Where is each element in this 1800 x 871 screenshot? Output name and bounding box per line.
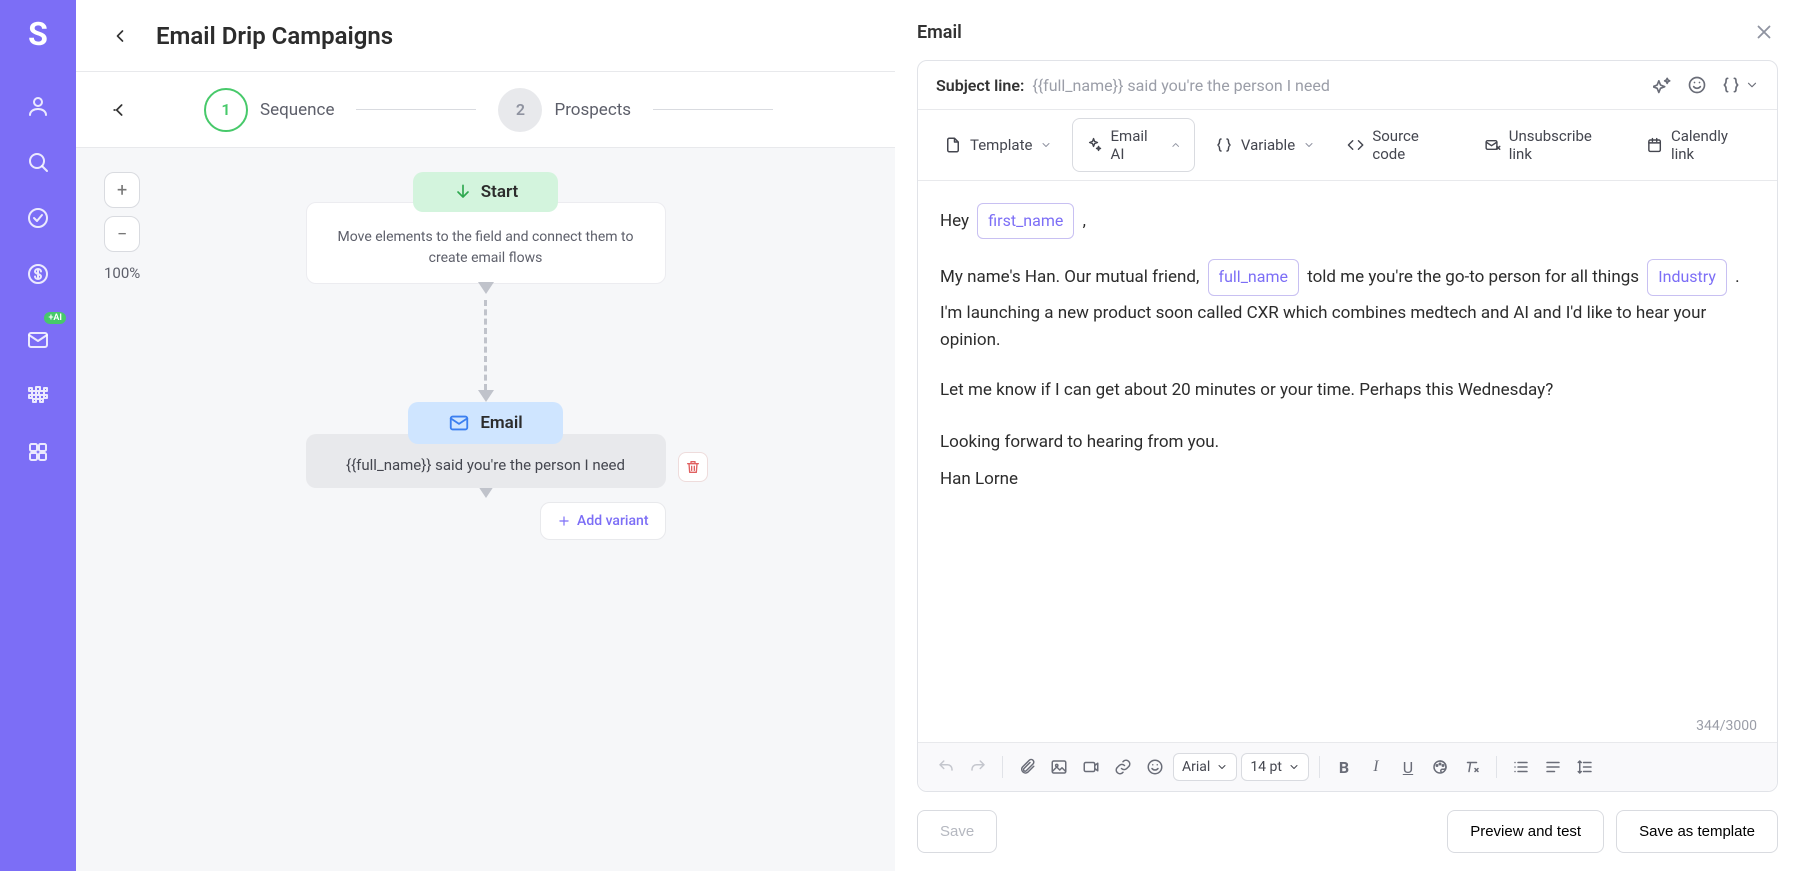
sparkle-icon <box>1085 136 1102 154</box>
ai-sparkle-button[interactable] <box>1653 75 1673 95</box>
emoji-button[interactable] <box>1141 753 1169 781</box>
char-counter: 344/3000 <box>918 718 1777 742</box>
video-button[interactable] <box>1077 753 1105 781</box>
page-header: Email Drip Campaigns <box>76 0 895 72</box>
list-ul-button[interactable] <box>1507 753 1535 781</box>
arrow-head-icon <box>478 282 494 294</box>
panel-header: Email <box>917 18 1778 46</box>
zoom-in-button[interactable]: + <box>104 172 140 208</box>
step-sequence[interactable]: 1 Sequence <box>204 88 334 132</box>
color-button[interactable] <box>1426 753 1454 781</box>
braces-icon <box>1215 136 1233 154</box>
editor-box: Subject line: {{full_name}} said you're … <box>917 60 1778 792</box>
delete-node-button[interactable] <box>678 452 708 482</box>
nav-billing[interactable] <box>14 250 62 298</box>
chevron-up-icon <box>1170 139 1181 151</box>
step-divider <box>356 109 476 110</box>
step-prospects[interactable]: 2 Prospects <box>498 88 631 132</box>
align-button[interactable] <box>1539 753 1567 781</box>
page-title: Email Drip Campaigns <box>156 22 393 50</box>
email-body-editor[interactable]: Hey first_name , My name's Han. Our mutu… <box>918 181 1777 718</box>
nav-search[interactable] <box>14 138 62 186</box>
var-chip-industry[interactable]: Industry <box>1647 259 1727 295</box>
dashed-connector <box>478 300 494 402</box>
email-panel: Email Subject line: {{full_name}} said y… <box>895 0 1800 871</box>
step-divider <box>653 109 773 110</box>
var-chip-full-name[interactable]: full_name <box>1208 259 1299 295</box>
unsub-icon <box>1484 136 1501 154</box>
close-button[interactable] <box>1750 18 1778 46</box>
chevron-down-icon <box>1040 139 1052 151</box>
panel-footer: Save Preview and test Save as template <box>917 792 1778 853</box>
hint-card: Move elements to the field and connect t… <box>306 202 666 284</box>
image-button[interactable] <box>1045 753 1073 781</box>
steps-bar: 1 Sequence 2 Prospects <box>76 72 895 148</box>
step-label: Prospects <box>554 100 631 120</box>
app-logo: S <box>14 10 62 58</box>
nav-contacts[interactable] <box>14 82 62 130</box>
step-number-active: 1 <box>204 88 248 132</box>
format-toolbar: Arial 14 pt B I U <box>918 742 1777 791</box>
link-button[interactable] <box>1109 753 1137 781</box>
step-number-inactive: 2 <box>498 88 542 132</box>
template-icon <box>944 136 962 154</box>
arrow-down-icon <box>453 182 473 202</box>
clear-format-button[interactable] <box>1458 753 1486 781</box>
save-button[interactable]: Save <box>917 810 997 853</box>
nav-check[interactable] <box>14 194 62 242</box>
undo-button[interactable] <box>932 753 960 781</box>
editor-toolbar: Template Email AI Variable Source code U… <box>918 110 1777 181</box>
node-start-label: Start <box>481 182 518 202</box>
mail-icon <box>448 412 470 434</box>
italic-button[interactable]: I <box>1362 753 1390 781</box>
preview-button[interactable]: Preview and test <box>1447 810 1604 853</box>
font-size-select[interactable]: 14 pt <box>1241 753 1309 781</box>
emoji-button[interactable] <box>1687 75 1707 95</box>
code-icon <box>1347 136 1364 154</box>
back-button[interactable] <box>104 20 136 52</box>
subject-label: Subject line: <box>936 76 1024 95</box>
flow-canvas[interactable]: + − 100% Start Move elements to the fiel… <box>76 148 895 871</box>
step-label: Sequence <box>260 100 334 120</box>
hint-text: Move elements to the field and connect t… <box>333 227 639 269</box>
main-area: Email Drip Campaigns 1 Sequence 2 Prospe… <box>76 0 895 871</box>
attach-button[interactable] <box>1013 753 1041 781</box>
calendly-button[interactable]: Calendly link <box>1634 119 1763 171</box>
email-card-subject: {{full_name}} said you're the person I n… <box>332 456 640 474</box>
nav-integrations[interactable] <box>14 372 62 420</box>
flow-column: Start Move elements to the field and con… <box>306 172 666 540</box>
unsubscribe-button[interactable]: Unsubscribe link <box>1472 119 1626 171</box>
nav-email[interactable]: +AI <box>14 316 62 364</box>
calendar-icon <box>1646 136 1663 154</box>
add-variant-label: Add variant <box>577 513 648 529</box>
sidebar: S +AI <box>0 0 76 871</box>
source-code-button[interactable]: Source code <box>1335 119 1463 171</box>
font-family-select[interactable]: Arial <box>1173 753 1237 781</box>
underline-button[interactable]: U <box>1394 753 1422 781</box>
steps-back-button[interactable] <box>104 94 136 126</box>
ai-badge: +AI <box>44 312 66 324</box>
variable-dropdown[interactable]: Variable <box>1203 128 1327 162</box>
redo-button[interactable] <box>964 753 992 781</box>
template-button[interactable]: Template <box>932 128 1064 162</box>
variable-button[interactable] <box>1721 75 1759 95</box>
plus-icon <box>557 514 571 528</box>
panel-title: Email <box>917 22 962 43</box>
email-ai-button[interactable]: Email AI <box>1072 118 1194 172</box>
node-email[interactable]: Email <box>408 402 562 444</box>
subject-value[interactable]: {{full_name}} said you're the person I n… <box>1032 76 1645 95</box>
zoom-percent: 100% <box>104 264 140 282</box>
save-template-button[interactable]: Save as template <box>1616 810 1778 853</box>
subject-row[interactable]: Subject line: {{full_name}} said you're … <box>918 61 1777 110</box>
zoom-controls: + − 100% <box>104 172 140 282</box>
zoom-out-button[interactable]: − <box>104 216 140 252</box>
chevron-down-icon <box>1303 139 1315 151</box>
add-variant-button[interactable]: Add variant <box>540 502 665 540</box>
nav-apps[interactable] <box>14 428 62 476</box>
node-start[interactable]: Start <box>413 172 558 212</box>
var-chip-first-name[interactable]: first_name <box>977 203 1074 239</box>
line-height-button[interactable] <box>1571 753 1599 781</box>
node-email-label: Email <box>480 413 522 433</box>
bold-button[interactable]: B <box>1330 753 1358 781</box>
